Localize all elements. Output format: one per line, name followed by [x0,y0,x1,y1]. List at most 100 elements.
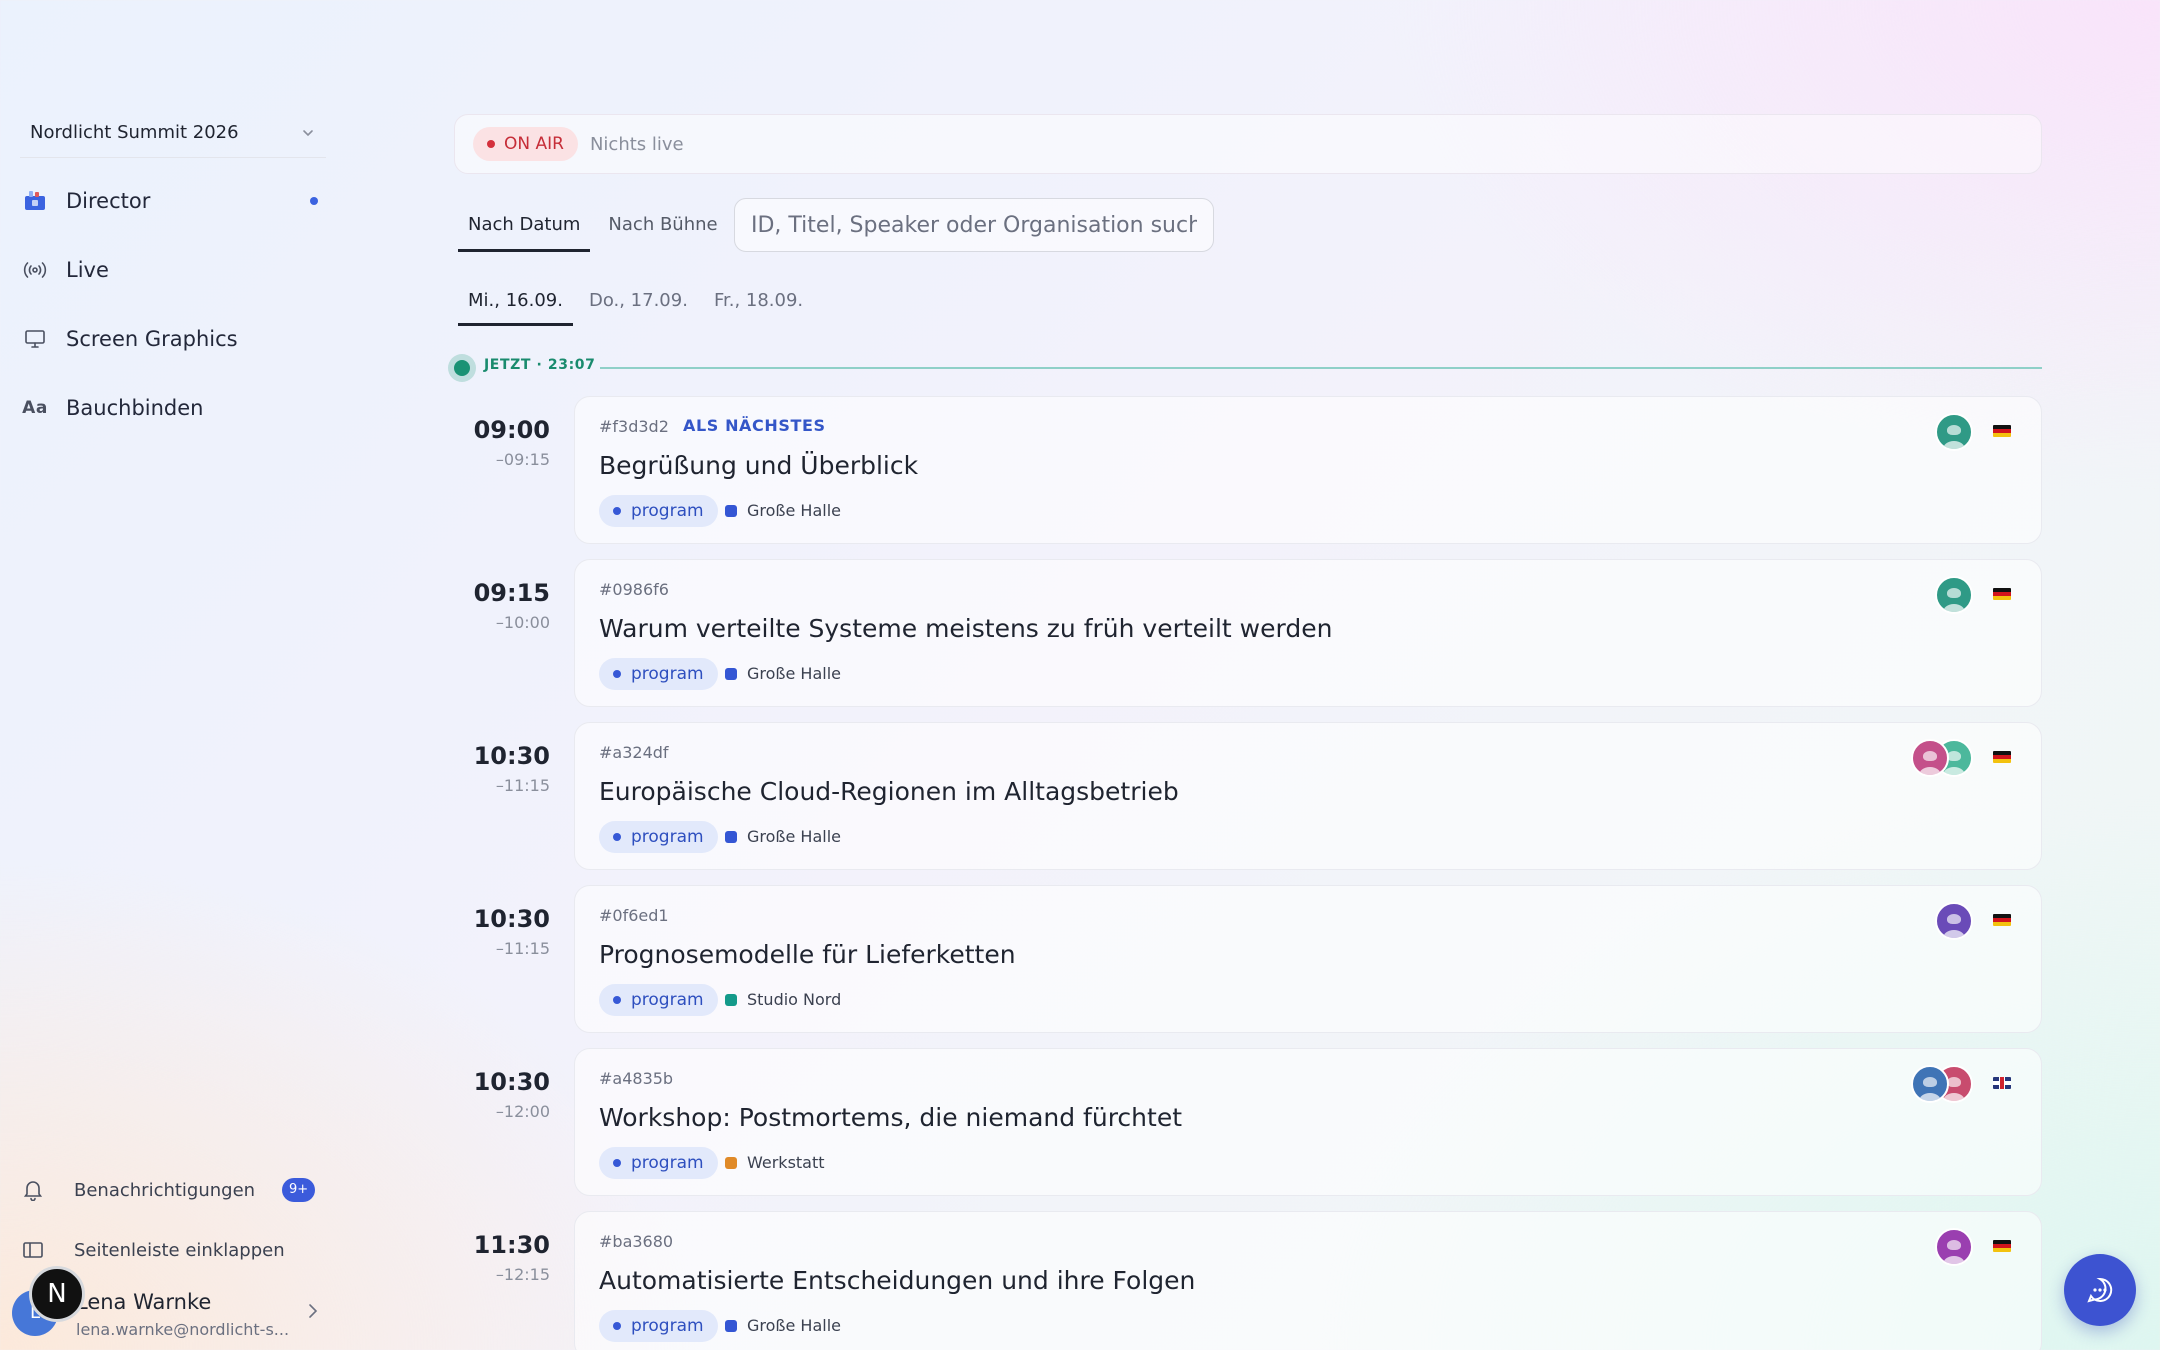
session-list: 09:00 –09:15 #f3d3d2 ALS NÄCHSTES Begrüßung … [448,394,2042,1350]
session-card[interactable]: #ba3680 Automatisierte Entscheidungen und… [574,1211,2042,1350]
tab-date-3[interactable]: Fr., 18.09. [704,278,813,326]
session-room: Große Halle [725,1316,841,1335]
now-indicator: JETZT · 23:07 [448,354,2042,382]
tab-nach-buehne[interactable]: Nach Bühne [598,200,727,252]
sidebar-footer: Benachrichtigungen 9+ Seitenleiste einkl… [20,1160,326,1280]
chat-button[interactable] [2064,1254,2136,1326]
speaker-avatars [1935,413,1973,453]
speaker-avatar[interactable] [1935,576,1973,614]
session-id: #0f6ed1 [599,906,669,925]
sidebar-panel-icon [20,1237,46,1263]
tag-label: program [631,1316,704,1336]
room-label: Große Halle [747,827,841,846]
search-input[interactable] [734,198,1214,252]
language-flag-de-icon [1993,751,2011,763]
tab-date-1[interactable]: Mi., 16.09. [458,278,573,326]
sidebar-item-director[interactable]: Director [20,166,326,235]
sidebar-item-label: Bauchbinden [66,395,204,420]
notifications-button[interactable]: Benachrichtigungen 9+ [20,1160,326,1220]
app-logo[interactable]: N [29,1266,85,1322]
notifications-label: Benachrichtigungen [74,1179,256,1201]
session-card[interactable]: #f3d3d2 ALS NÄCHSTES Begrüßung und Überbli… [574,396,2042,544]
session-end-time: –10:00 [495,613,550,632]
sidebar-item-live[interactable]: Live [20,235,326,304]
bell-icon [20,1177,46,1203]
session-room: Große Halle [725,827,841,846]
room-color-swatch [725,1319,737,1332]
notifications-badge: 9+ [282,1178,316,1202]
avatar-body [1943,767,1965,775]
tag-dot [613,996,621,1004]
event-name: Nordlicht Summit 2026 [30,122,239,143]
room-color-swatch [725,830,737,843]
avatar-face [1947,1076,1961,1087]
event-switcher[interactable]: Nordlicht Summit 2026 [20,108,326,158]
avatar-face [1947,750,1961,761]
room-color-swatch [725,504,737,517]
avatar-body [1943,1256,1965,1264]
session-id: #0986f6 [599,580,669,599]
session-title: Europäische Cloud-Regionen im Alltagsbet… [599,777,1179,806]
monitor-icon [22,326,48,352]
tab-nach-datum[interactable]: Nach Datum [458,200,591,252]
avatar-body [1919,1093,1941,1101]
speaker-avatar[interactable] [1935,413,1973,451]
room-label: Große Halle [747,664,841,683]
speaker-avatar[interactable] [1911,739,1949,777]
session-start-time: 10:30 [473,905,550,933]
chevron-right-icon [309,1304,318,1318]
speaker-avatars [1935,576,1973,616]
now-dot-icon [448,354,476,382]
sidebar: Nordlicht Summit 2026 Director Live Scre… [0,0,340,1350]
session-start-time: 10:30 [473,742,550,770]
speaker-avatar[interactable] [1911,1065,1949,1103]
session-row: 11:30 –12:15 #ba3680 Automatisierte Entsche… [448,1209,2042,1350]
session-card[interactable]: #a324df Europäische Cloud-Regionen im All… [574,722,2042,870]
now-rule [600,367,2042,369]
director-icon [22,188,48,214]
speaker-avatars [1935,1228,1973,1268]
room-label: Werkstatt [747,1153,825,1172]
avatar-body [1943,604,1965,612]
session-end-time: –12:00 [495,1102,550,1121]
session-id: #f3d3d2 [599,417,669,436]
session-row: 10:30 –12:00 #a4835b Workshop: Postmortems,… [448,1046,2042,1209]
speaker-avatar[interactable] [1935,1228,1973,1266]
session-room: Große Halle [725,501,841,520]
chevron-down-icon [303,129,313,136]
tag-dot [613,833,621,841]
session-card[interactable]: #0f6ed1 Prognosemodelle für Lieferketten p… [574,885,2042,1033]
session-card[interactable]: #a4835b Workshop: Postmortems, die nieman… [574,1048,2042,1196]
sidebar-item-screen-graphics[interactable]: Screen Graphics [20,304,326,373]
session-end-time: –11:15 [495,776,550,795]
avatar-face [1923,1076,1937,1087]
session-end-time: –09:15 [495,450,550,469]
session-start-time: 10:30 [473,1068,550,1096]
session-id: #ba3680 [599,1232,674,1251]
room-color-swatch [725,667,737,680]
session-title: Prognosemodelle für Lieferketten [599,940,1016,969]
view-tabs: Nach Datum Nach Bühne [458,200,736,252]
tag-label: program [631,827,704,847]
avatar-body [1943,1093,1965,1101]
sidebar-item-label: Screen Graphics [66,326,238,351]
onair-status: Nichts live [589,133,684,155]
speaker-avatars [1911,739,1973,779]
session-tag: program [599,1310,718,1342]
session-title: Workshop: Postmortems, die niemand fürch… [599,1103,1182,1132]
user-name: Lena Warnke [76,1290,212,1314]
tag-dot [613,670,621,678]
language-flag-de-icon [1993,425,2011,437]
tag-label: program [631,501,704,521]
speaker-avatar[interactable] [1935,902,1973,940]
now-label: JETZT · 23:07 [484,357,596,373]
room-color-swatch [725,993,737,1006]
sidebar-item-bauchbinden[interactable]: Aa Bauchbinden [20,373,326,442]
session-card[interactable]: #0986f6 Warum verteilte Systeme meistens … [574,559,2042,707]
tab-date-2[interactable]: Do., 17.09. [579,278,698,326]
onair-bar: ON AIR Nichts live [454,114,2042,174]
onair-dot [487,140,495,148]
room-label: Studio Nord [747,990,842,1009]
tag-label: program [631,1153,704,1173]
room-color-swatch [725,1156,737,1169]
